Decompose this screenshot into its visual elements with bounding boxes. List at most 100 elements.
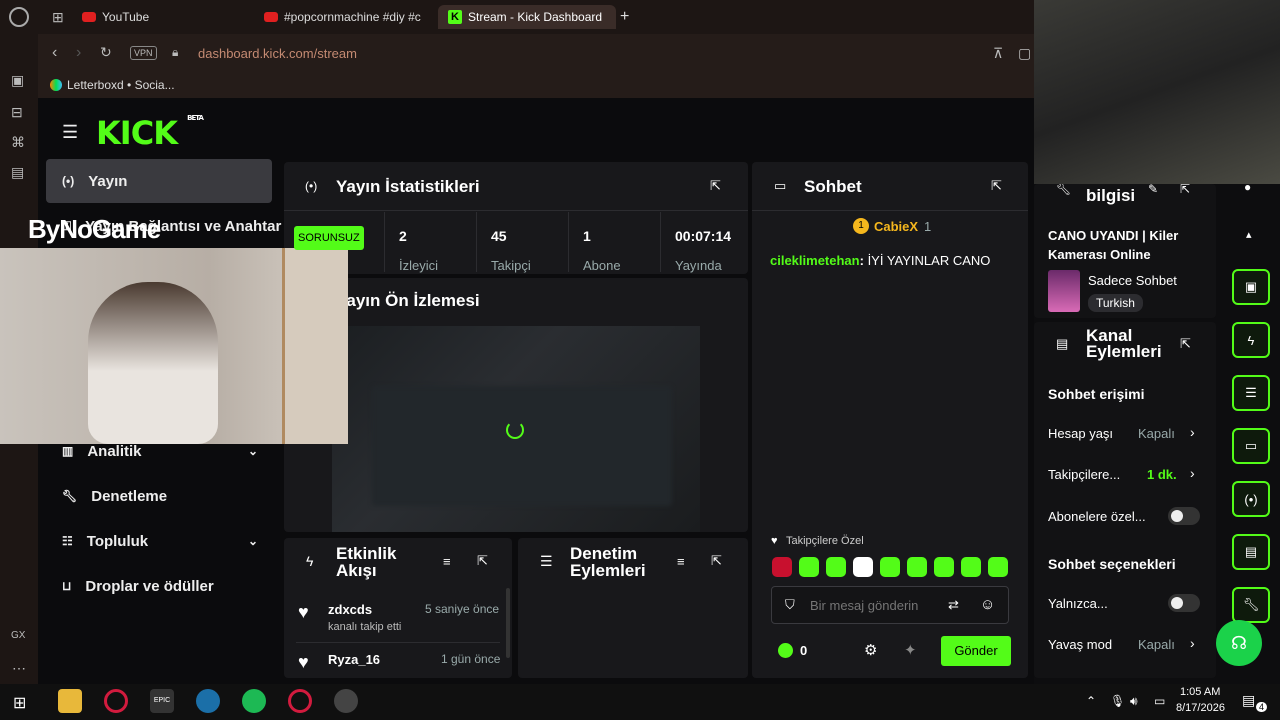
emote-icon[interactable] xyxy=(826,557,846,577)
bookmark-letterboxd[interactable]: Letterboxd • Socia... xyxy=(67,78,175,92)
bookmark-icon[interactable]: ⊟ xyxy=(11,104,23,121)
spotify-icon[interactable] xyxy=(242,689,266,713)
history-icon[interactable]: ▤ xyxy=(11,164,24,181)
rail-chat-button[interactable]: ▭ xyxy=(1232,428,1270,464)
followers-mode-value[interactable]: 1 dk. xyxy=(1147,467,1177,482)
popout-icon[interactable]: ⇱ xyxy=(991,178,1002,194)
emote-icon[interactable] xyxy=(853,557,873,577)
beta-badge: BETA xyxy=(187,114,204,122)
windows-start-icon[interactable]: ⊞ xyxy=(13,693,26,713)
rail-actions-button[interactable]: ▤ xyxy=(1232,534,1270,570)
pinned-user[interactable]: CabieX xyxy=(874,219,918,234)
snapshot-icon[interactable]: ▢ xyxy=(1018,45,1031,62)
forward-icon[interactable]: › xyxy=(76,44,81,62)
popout-icon[interactable]: ⇱ xyxy=(477,553,488,569)
rail-stream-button[interactable]: (•) xyxy=(1232,481,1270,517)
puzzle-icon[interactable]: ✦ xyxy=(904,641,917,659)
sidebar-item-label: Analitik xyxy=(87,442,142,460)
gx-icon[interactable]: GX xyxy=(11,630,25,641)
event-user[interactable]: Ryza_16 xyxy=(328,652,380,667)
activity-scrollbar[interactable] xyxy=(506,588,510,658)
notification-icon[interactable]: ▤ xyxy=(1242,692,1255,709)
extension-icon[interactable]: ⌘ xyxy=(11,134,25,151)
mic-icon[interactable]: 🎙︎ xyxy=(1110,694,1125,708)
emote-icon[interactable] xyxy=(880,557,900,577)
chat-icon: ▭ xyxy=(774,178,787,193)
chevron-right-icon[interactable]: › xyxy=(1190,635,1195,651)
tab-kick-dashboard[interactable]: K Stream - Kick Dashboard xyxy=(438,5,616,29)
pin-icon[interactable]: ⊼ xyxy=(993,45,1003,62)
shield-icon: ⛉ xyxy=(785,597,795,612)
only-mode-label: Yalnızca... xyxy=(1048,596,1108,611)
emoji-icon[interactable]: ☺ xyxy=(980,596,995,613)
chat-input[interactable] xyxy=(810,594,938,616)
epic-games-icon[interactable]: EPIC xyxy=(150,689,174,713)
sidebar-item-stream[interactable]: (•) Yayın xyxy=(46,159,272,203)
account-age-label: Hesap yaşı xyxy=(1048,426,1114,441)
sidebar-item-community[interactable]: ☷ Topluluk ⌄ xyxy=(46,519,272,563)
rail-activity-button[interactable]: ϟ xyxy=(1232,322,1270,358)
subscribers-only-toggle[interactable] xyxy=(1168,507,1200,525)
more-icon[interactable]: ⋯ xyxy=(12,660,26,677)
opera-logo-icon[interactable] xyxy=(9,7,29,27)
emote-icon[interactable] xyxy=(961,557,981,577)
tab-youtube[interactable]: YouTube xyxy=(82,5,252,29)
new-tab-button[interactable]: + xyxy=(620,5,640,29)
url-field[interactable]: dashboard.kick.com/stream xyxy=(198,46,357,61)
event-time: 5 saniye önce xyxy=(425,602,500,616)
file-explorer-icon[interactable] xyxy=(58,689,82,713)
emote-icon[interactable] xyxy=(907,557,927,577)
support-headset-icon[interactable]: ☊ xyxy=(1216,620,1262,666)
workspaces-icon[interactable]: ▣ xyxy=(11,72,24,89)
opera-icon[interactable] xyxy=(288,689,312,713)
category-name[interactable]: Sadece Sohbet xyxy=(1088,273,1177,288)
network-icon[interactable]: ▭ xyxy=(1154,694,1165,708)
obs-icon[interactable] xyxy=(334,689,358,713)
opera-gx-icon[interactable] xyxy=(104,689,128,713)
filter-icon[interactable]: ≡ xyxy=(443,554,451,569)
clock-time[interactable]: 1:05 AM xyxy=(1180,686,1220,698)
chevron-right-icon[interactable]: › xyxy=(1190,424,1195,440)
kick-logo[interactable]: KICK BETA xyxy=(96,114,204,152)
account-age-value[interactable]: Kapalı xyxy=(1138,426,1175,441)
chevron-right-icon[interactable]: › xyxy=(1190,465,1195,481)
emote-icon[interactable] xyxy=(799,557,819,577)
rail-info-button[interactable]: 🔧︎ xyxy=(1232,587,1270,623)
only-mode-toggle[interactable] xyxy=(1168,594,1200,612)
hamburger-menu-icon[interactable]: ☰ xyxy=(62,122,78,143)
emote-icon[interactable] xyxy=(988,557,1008,577)
volume-icon[interactable]: 🔊︎ xyxy=(1130,694,1138,709)
clock-date[interactable]: 8/17/2026 xyxy=(1176,702,1225,714)
collapse-icon[interactable]: ▴ xyxy=(1246,228,1252,241)
rail-preview-button[interactable]: ▣ xyxy=(1232,269,1270,305)
popout-icon[interactable]: ⇱ xyxy=(710,178,721,194)
stream-preview-video[interactable] xyxy=(332,326,700,532)
event-desc: kanalı takip etti xyxy=(328,621,402,633)
tab-popcorn[interactable]: #popcornmachine #diy #c xyxy=(264,5,434,29)
chat-username[interactable]: cileklimetehan xyxy=(770,253,860,268)
vpn-badge[interactable]: VPN xyxy=(130,46,157,60)
back-icon[interactable]: ‹ xyxy=(52,44,57,62)
gear-icon[interactable]: ⚙ xyxy=(864,641,877,659)
send-button[interactable]: Gönder xyxy=(941,636,1011,666)
tray-chevron-icon[interactable]: ⌃ xyxy=(1086,694,1096,708)
sidebar-item-drops[interactable]: ⊔ Droplar ve ödüller xyxy=(46,564,272,608)
steam-icon[interactable] xyxy=(196,689,220,713)
event-user[interactable]: zdxcds xyxy=(328,602,372,617)
slow-mode-value[interactable]: Kapalı xyxy=(1138,637,1175,652)
gamepad-icon[interactable]: ⊞ xyxy=(52,9,64,26)
popout-icon[interactable]: ⇱ xyxy=(1180,182,1190,196)
popout-icon[interactable]: ⇱ xyxy=(1180,336,1191,352)
translate-icon[interactable]: ⇄ xyxy=(948,597,959,613)
rail-mod-button[interactable]: ☰ xyxy=(1232,375,1270,411)
sidebar-item-moderation[interactable]: 🔧︎ Denetleme xyxy=(46,474,272,518)
emote-icon[interactable] xyxy=(772,557,792,577)
info-icon[interactable]: ● xyxy=(1244,180,1251,194)
reload-icon[interactable]: ↻ xyxy=(100,44,112,61)
list-icon: ☰ xyxy=(540,553,553,569)
popout-icon[interactable]: ⇱ xyxy=(711,553,722,569)
emote-icon[interactable] xyxy=(934,557,954,577)
edit-icon[interactable]: ✎ xyxy=(1148,182,1158,196)
filter-icon[interactable]: ≡ xyxy=(677,554,685,569)
chat-divider xyxy=(752,210,1028,211)
